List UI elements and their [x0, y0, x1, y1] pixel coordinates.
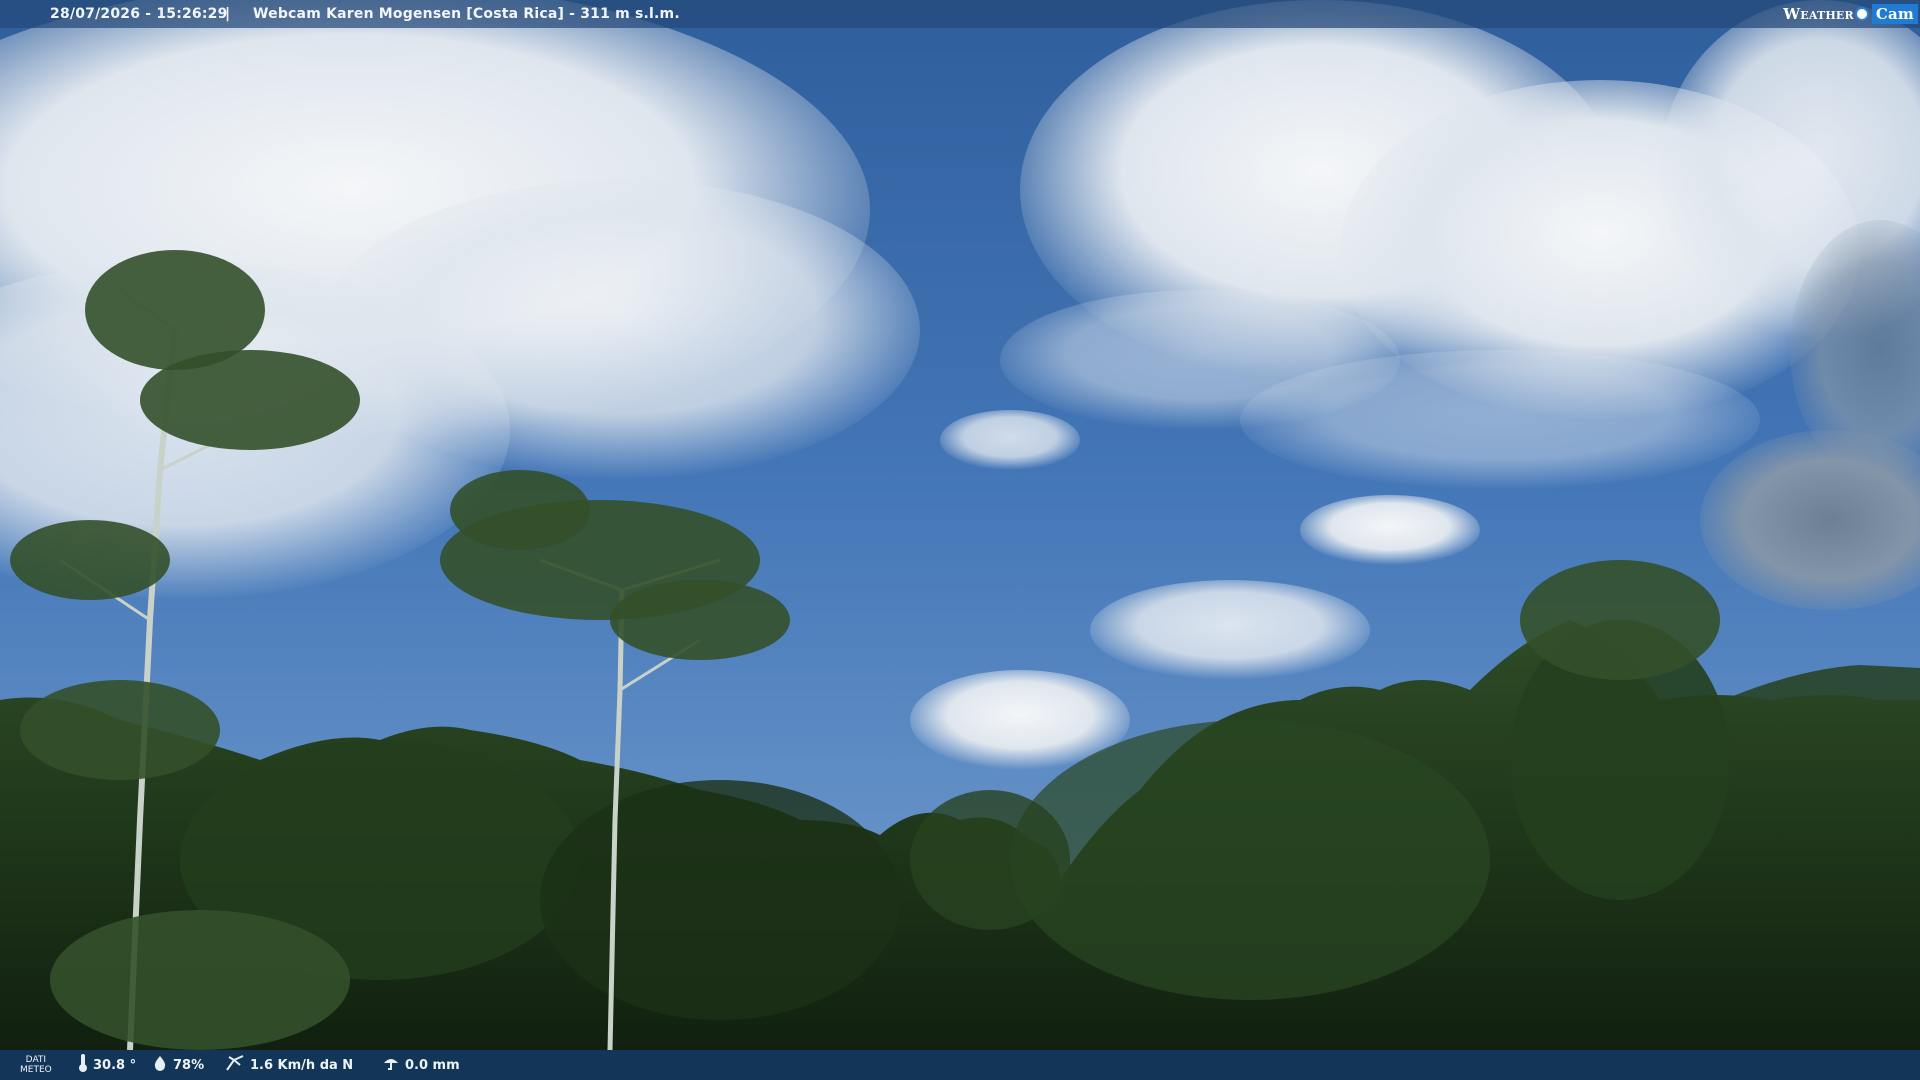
caption-bar: 28/07/2026 - 15:26:29 | Webcam Karen Mog…	[0, 0, 1920, 28]
rain-reading: 0.0 mm	[382, 1050, 460, 1080]
weather-data-bar: DATI METEO 30.8 ° 78% 1.6 Km/h da N 0.0 …	[0, 1050, 1920, 1080]
wind-reading: 1.6 Km/h da N	[225, 1050, 353, 1080]
dati-label: DATI	[25, 1055, 47, 1065]
wind-icon	[225, 1054, 245, 1076]
temperature-reading: 30.8 °	[78, 1050, 136, 1080]
logo-dot-icon	[1854, 7, 1869, 21]
temperature-value: 30.8 °	[93, 1057, 137, 1073]
humidity-drop-icon	[152, 1055, 168, 1075]
logo-cam-text: Cam	[1871, 4, 1918, 24]
rain-value: 0.0 mm	[405, 1057, 460, 1073]
humidity-reading: 78%	[152, 1050, 204, 1080]
weathercam-logo: Weather Cam	[1783, 2, 1918, 26]
dati-meteo-label: DATI METEO	[20, 1055, 52, 1075]
meteo-label: METEO	[20, 1065, 52, 1075]
webcam-image	[0, 0, 1920, 1080]
logo-weather-text: Weather	[1783, 5, 1854, 23]
wind-value: 1.6 Km/h da N	[250, 1057, 354, 1073]
webcam-location: Webcam Karen Mogensen [Costa Rica] - 311…	[253, 6, 680, 22]
humidity-value: 78%	[173, 1057, 205, 1073]
thermometer-icon	[78, 1053, 88, 1077]
timestamp: 28/07/2026 - 15:26:29	[50, 6, 228, 22]
rain-gauge-icon	[382, 1055, 400, 1075]
caption-separator: |	[225, 6, 231, 22]
